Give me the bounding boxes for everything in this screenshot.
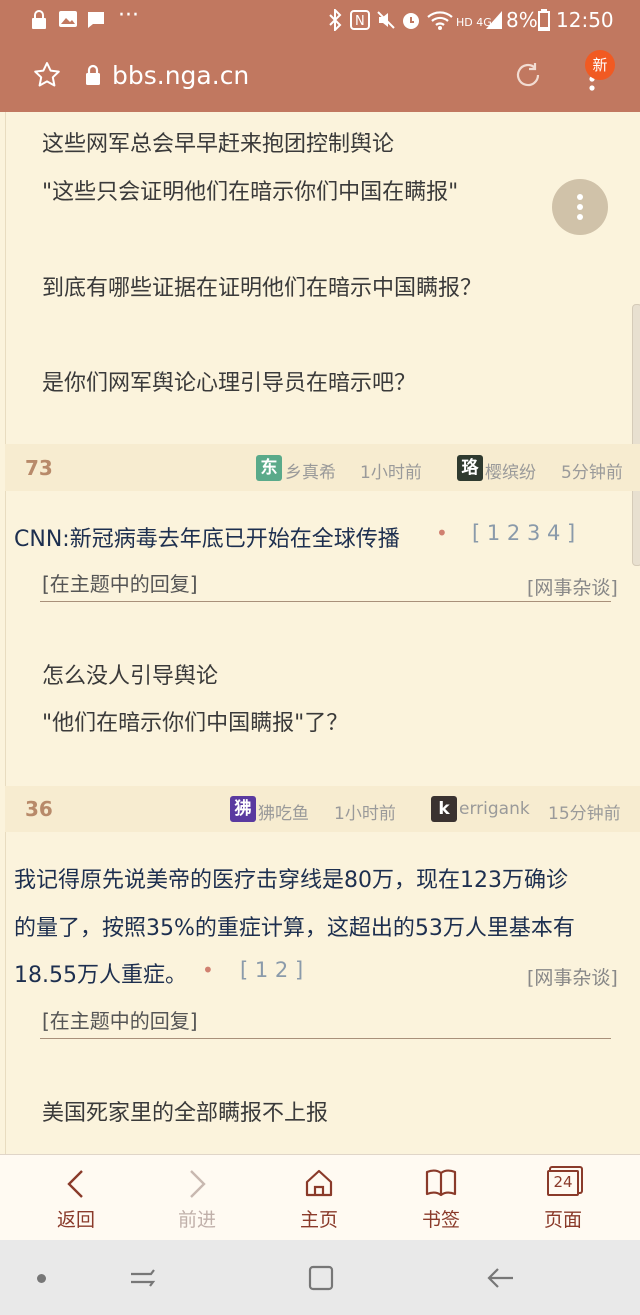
divider [5, 112, 6, 1154]
title-dot: • [436, 521, 448, 545]
last-reply-time: 15分钟前 [548, 804, 621, 824]
browser-bottom-nav: 返回 前进 主页 书签 24 页面 [0, 1154, 640, 1241]
wifi-icon [427, 11, 453, 30]
forward-label: 前进 [177, 1209, 216, 1231]
post-time: 1小时前 [360, 463, 422, 483]
author-name[interactable]: 狒吃鱼 [258, 799, 309, 824]
image-notification-icon [59, 11, 77, 27]
reply-tag[interactable]: [在主题中的回复] [42, 1005, 198, 1034]
thread-title[interactable]: 18.55万人重症。 [14, 957, 187, 989]
thread-title[interactable]: 我记得原先说美帝的医疗击穿线是80万，现在123万确诊 [14, 862, 568, 894]
last-replier-avatar: k [431, 796, 457, 822]
page-links[interactable]: [ 1 2 ] [240, 958, 303, 982]
post-line: 这些网军总会早早赶来抱团控制舆论 [42, 132, 395, 157]
post-line: "这些只会证明他们在暗示你们中国在瞒报" [42, 180, 459, 205]
more-notifications-icon: ··· [118, 3, 139, 28]
post-line: 是你们网军舆论心理引导员在暗示吧？ [42, 371, 417, 396]
book-icon [425, 1169, 457, 1197]
back-arrow-icon[interactable] [486, 1264, 516, 1292]
reply-tag[interactable]: [在主题中的回复] [42, 568, 198, 597]
more-vertical-icon [577, 194, 583, 220]
back-button[interactable]: 返回 [21, 1155, 131, 1241]
battery-icon [538, 9, 550, 31]
tabs-count: 24 [553, 1173, 573, 1191]
bookmarks-button[interactable]: 书签 [386, 1155, 496, 1241]
status-bar: ··· N HD 4G 8% 12:50 [0, 0, 640, 40]
home-button[interactable]: 主页 [264, 1155, 374, 1241]
last-reply-time: 5分钟前 [561, 463, 623, 483]
home-icon [305, 1169, 333, 1197]
thread-title[interactable]: CNN:新冠病毒去年底已开始在全球传播 [14, 521, 400, 553]
recent-apps-icon[interactable] [128, 1264, 158, 1292]
home-square-icon[interactable] [307, 1264, 335, 1292]
reply-count: 36 [25, 797, 53, 821]
secure-lock-icon [86, 64, 100, 85]
clock: 12:50 [556, 8, 614, 32]
last-replier-name[interactable]: 樱缤纷 [485, 458, 536, 483]
star-bookmark-icon[interactable] [33, 61, 61, 89]
chevron-left-icon [67, 1170, 83, 1198]
chevron-right-icon [190, 1170, 206, 1198]
divider [40, 1038, 611, 1039]
forward-button[interactable]: 前进 [142, 1155, 252, 1241]
assist-dot-icon[interactable] [37, 1274, 46, 1283]
post-time: 1小时前 [334, 804, 396, 824]
pages-label: 页面 [543, 1209, 582, 1231]
reload-icon[interactable] [513, 60, 543, 90]
post-line: 到底有哪些证据在证明他们在暗示中国瞒报？ [42, 276, 483, 301]
tabs-count-icon: 24 [547, 1170, 579, 1196]
floating-action-button[interactable] [552, 179, 608, 235]
nfc-icon: N [350, 10, 370, 30]
reply-line: "他们在暗示你们中国瞒报"了？ [42, 711, 349, 736]
last-replier-avatar: 珞 [457, 455, 483, 481]
title-dot: • [202, 958, 214, 982]
category-tag[interactable]: [网事杂谈] [527, 573, 618, 600]
bookmarks-label: 书签 [421, 1209, 460, 1231]
pages-button[interactable]: 24 页面 [508, 1155, 618, 1241]
author-avatar: 狒 [230, 796, 256, 822]
svg-text:N: N [355, 14, 365, 29]
divider [40, 601, 611, 602]
reply-line: 怎么没人引导舆论 [42, 664, 219, 689]
author-avatar: 东 [256, 455, 282, 481]
system-nav-bar [0, 1240, 640, 1315]
new-badge: 新 [585, 50, 615, 80]
author-name[interactable]: 乡真希 [285, 458, 336, 483]
thread-title[interactable]: 的量了，按照35%的重症计算，这超出的53万人里基本有 [14, 910, 575, 942]
back-label: 返回 [56, 1209, 95, 1231]
scroll-indicator[interactable] [632, 304, 640, 566]
alarm-icon [403, 13, 419, 29]
battery-percent: 8% [506, 8, 538, 32]
reply-count: 73 [25, 456, 53, 480]
home-label: 主页 [299, 1209, 338, 1231]
url-text[interactable]: bbs.nga.cn [112, 61, 249, 90]
browser-toolbar: bbs.nga.cn 新 [0, 40, 640, 112]
chat-notification-icon [88, 12, 104, 28]
bluetooth-icon [329, 9, 342, 31]
thread-list: 这些网军总会早早赶来抱团控制舆论 "这些只会证明他们在暗示你们中国在瞒报" 到底… [0, 112, 640, 1154]
last-replier-name[interactable]: errigank [459, 799, 530, 819]
thread-meta-row [5, 786, 640, 832]
category-tag[interactable]: [网事杂谈] [527, 963, 618, 990]
lock-notification-icon [32, 10, 46, 29]
page-links[interactable]: [ 1 2 3 4 ] [472, 521, 575, 545]
mute-icon [377, 11, 395, 29]
signal-icon [486, 11, 502, 29]
reply-line: 美国死家里的全部瞒报不上报 [42, 1101, 329, 1126]
menu-button[interactable]: 新 [580, 50, 615, 98]
